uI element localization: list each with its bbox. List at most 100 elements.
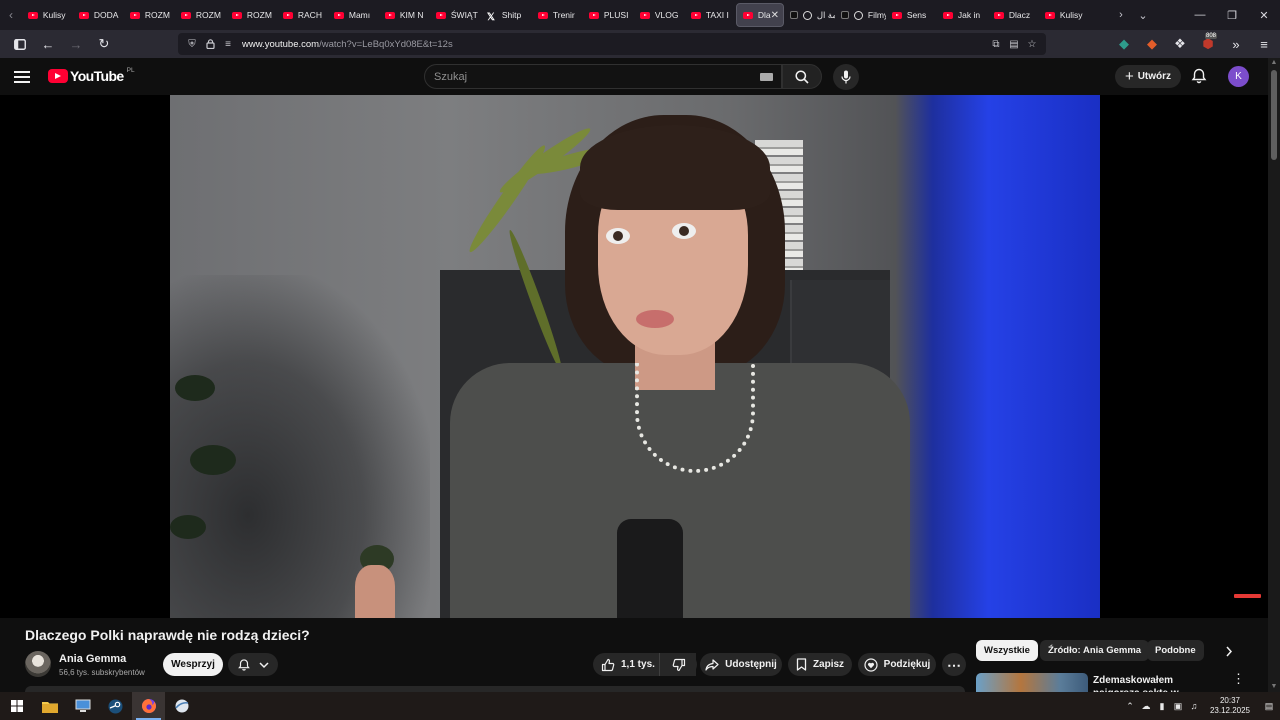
- tab-strip-controls: › ⌄ — ❐ ✕: [1110, 0, 1280, 30]
- chip-all[interactable]: Wszystkie: [976, 640, 1038, 661]
- firefox-taskbar-icon[interactable]: [132, 692, 165, 720]
- channel-avatar[interactable]: [25, 651, 51, 677]
- network-icon[interactable]: ▣: [1170, 692, 1186, 720]
- reader-view-icon[interactable]: ▤: [1006, 36, 1022, 52]
- youtube-logo[interactable]: YouTube PL: [48, 67, 135, 84]
- video-player[interactable]: [0, 95, 1268, 618]
- minimize-window-button[interactable]: —: [1184, 0, 1216, 30]
- volume-icon[interactable]: ♫: [1186, 692, 1202, 720]
- create-button[interactable]: + Utwórz: [1115, 65, 1181, 88]
- chips-next-icon[interactable]: [1220, 642, 1238, 660]
- browser-tab[interactable]: Dlacz: [988, 3, 1039, 27]
- address-bar[interactable]: ⛨ ≡ www.youtube.com/watch?v=LeBq0xYd08E&…: [178, 33, 1046, 55]
- browser-tab[interactable]: ROZM: [124, 3, 175, 27]
- sidebar-toggle-icon[interactable]: [8, 32, 32, 56]
- scrollbar-thumb[interactable]: [1271, 70, 1277, 160]
- scroll-up-icon[interactable]: ▲: [1270, 59, 1278, 67]
- browser-tab[interactable]: 𝕏 Shitp: [481, 3, 532, 27]
- thanks-button[interactable]: Podziękuj: [858, 653, 936, 676]
- youtube-favicon-icon: [993, 11, 1004, 19]
- lock-icon[interactable]: [202, 36, 218, 52]
- browser-tab[interactable]: Jak in: [937, 3, 988, 27]
- app-menu-icon[interactable]: ≡: [1252, 32, 1276, 56]
- bookmark-star-icon[interactable]: ☆: [1024, 36, 1040, 52]
- support-button[interactable]: Wesprzyj: [163, 653, 223, 676]
- account-avatar[interactable]: K: [1228, 66, 1249, 87]
- browser-tab[interactable]: Sens: [886, 3, 937, 27]
- reload-icon[interactable]: ↻: [92, 32, 116, 56]
- browser-tab-active[interactable]: Dla ✕: [735, 3, 784, 27]
- subscriber-count: 56,6 tys. subskrybentów: [59, 668, 145, 677]
- system-clock[interactable]: 20:37 23.12.2025: [1206, 696, 1254, 716]
- app-globe-icon[interactable]: [165, 692, 198, 720]
- browser-tab[interactable]: Kulisy: [22, 3, 73, 27]
- chevron-down-icon: [259, 661, 269, 668]
- chip-related[interactable]: Podobne: [1147, 640, 1204, 661]
- video-frame[interactable]: [170, 95, 1100, 618]
- guide-menu-icon[interactable]: [14, 67, 34, 87]
- voice-search-button[interactable]: [833, 64, 859, 90]
- subscription-notifications-button[interactable]: [228, 653, 278, 676]
- browser-tab[interactable]: Kulisy: [1039, 3, 1090, 27]
- browser-tab[interactable]: ŚWIĄT: [430, 3, 481, 27]
- start-windows-icon[interactable]: [0, 692, 33, 720]
- tabs-scroll-right-icon[interactable]: ›: [1110, 0, 1132, 30]
- recommendation-thumbnail[interactable]: [976, 673, 1088, 692]
- browser-tab[interactable]: DODA: [73, 3, 124, 27]
- usb-device-icon[interactable]: ▮: [1154, 692, 1170, 720]
- scroll-down-icon[interactable]: ▼: [1270, 683, 1278, 691]
- tracking-protection-shield-icon[interactable]: ⛨: [184, 36, 200, 52]
- fox-extension-icon[interactable]: ◆: [1140, 32, 1164, 56]
- channel-name[interactable]: Ania Gemma: [59, 653, 126, 665]
- browser-tab[interactable]: Trenir: [532, 3, 583, 27]
- recommendation-title[interactable]: Zdemaskowałem najgorszą sektę w Ameryce: [1093, 674, 1213, 692]
- permissions-icon[interactable]: ≡: [220, 36, 236, 52]
- youtube-favicon-icon: [384, 11, 395, 19]
- search-input[interactable]: [434, 70, 734, 83]
- notifications-bell-icon[interactable]: [1190, 67, 1208, 85]
- browser-tab[interactable]: لقمة ال: [784, 3, 835, 27]
- chip-source-channel[interactable]: Źródło: Ania Gemma: [1040, 640, 1150, 661]
- notifications-center-icon[interactable]: ▤: [1258, 692, 1280, 720]
- browser-tab[interactable]: VLOG: [634, 3, 685, 27]
- overflow-chevrons-icon[interactable]: »: [1224, 32, 1248, 56]
- list-all-tabs-icon[interactable]: ⌄: [1132, 0, 1154, 30]
- bell-icon: [238, 658, 250, 671]
- tabs-scroll-left-icon[interactable]: ‹: [0, 0, 22, 30]
- search-button[interactable]: [782, 64, 822, 89]
- player-overlay-badge: [1234, 594, 1261, 598]
- keyboard-icon[interactable]: [760, 73, 773, 81]
- page-scrollbar[interactable]: ▲ ▼: [1268, 58, 1280, 692]
- browser-tab[interactable]: RACH: [277, 3, 328, 27]
- browser-tab[interactable]: ROZM: [175, 3, 226, 27]
- file-explorer-icon[interactable]: [33, 692, 66, 720]
- browser-tab[interactable]: Filmy: [835, 3, 886, 27]
- cloud-sync-icon[interactable]: ☁: [1138, 692, 1154, 720]
- browser-tab[interactable]: Mamı: [328, 3, 379, 27]
- share-button[interactable]: Udostępnij: [700, 653, 782, 676]
- ublock-extension-icon[interactable]: ⬢ 808: [1196, 32, 1220, 56]
- steam-icon[interactable]: [99, 692, 132, 720]
- browser-tab[interactable]: TAXI I: [685, 3, 736, 27]
- shield-extension-icon[interactable]: ◆: [1112, 32, 1136, 56]
- browser-tab[interactable]: PLUSI: [583, 3, 634, 27]
- tab-label: ROZM: [195, 10, 221, 20]
- plus-icon: +: [1124, 68, 1134, 85]
- browser-tab[interactable]: KIM N: [379, 3, 430, 27]
- restore-window-button[interactable]: ❐: [1216, 0, 1248, 30]
- thanks-heart-icon: [864, 657, 878, 672]
- remote-desktop-icon[interactable]: [66, 692, 99, 720]
- save-button[interactable]: Zapisz: [788, 653, 852, 676]
- picture-in-picture-icon[interactable]: ⧉: [988, 36, 1004, 52]
- show-hidden-icons-icon[interactable]: ⌃: [1122, 692, 1138, 720]
- extensions-puzzle-icon[interactable]: ❖: [1168, 32, 1192, 56]
- dislike-button[interactable]: [659, 653, 697, 676]
- recommendation-menu-icon[interactable]: ⋮: [1232, 672, 1245, 688]
- more-actions-icon[interactable]: ⋯: [942, 653, 966, 676]
- close-window-button[interactable]: ✕: [1248, 0, 1280, 30]
- forward-icon[interactable]: →: [64, 32, 88, 56]
- back-icon[interactable]: ←: [36, 32, 60, 56]
- url-text[interactable]: www.youtube.com/watch?v=LeBq0xYd08E&t=12…: [242, 39, 453, 50]
- browser-tab[interactable]: ROZM: [226, 3, 277, 27]
- close-tab-icon[interactable]: ✕: [771, 10, 779, 21]
